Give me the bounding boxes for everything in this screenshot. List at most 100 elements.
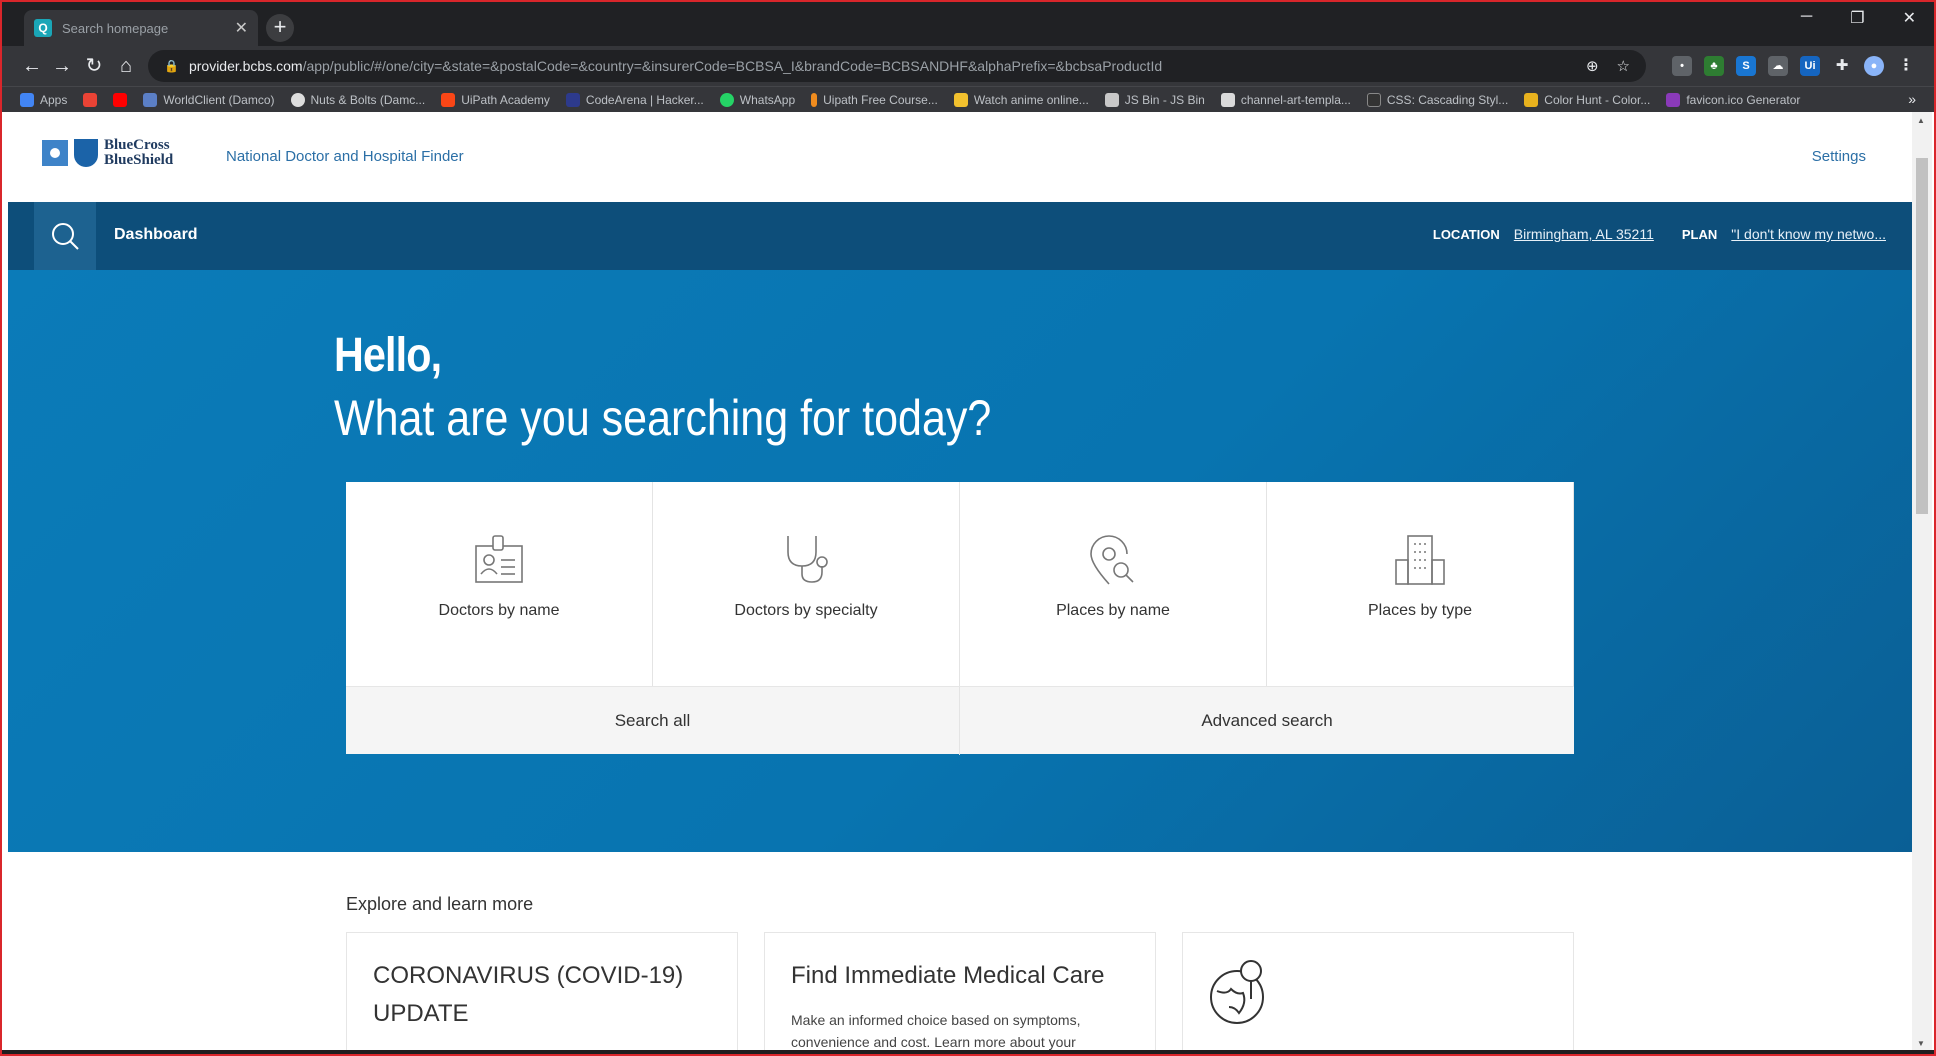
bookmark-item[interactable]: JS Bin - JS Bin bbox=[1104, 92, 1205, 107]
nuts-bolts-icon bbox=[290, 92, 305, 107]
anime-icon bbox=[953, 92, 968, 107]
home-icon[interactable]: ⌂ bbox=[112, 52, 140, 80]
scrollbar-thumb[interactable] bbox=[1916, 158, 1928, 514]
building-icon bbox=[1395, 535, 1445, 585]
search-button[interactable] bbox=[34, 202, 96, 270]
zoom-icon[interactable]: ⊕ bbox=[1586, 57, 1599, 75]
url-path: /app/public/#/one/city=&state=&postalCod… bbox=[302, 58, 1163, 74]
browser-toolbar: ← → ↻ ⌂ 🔒 provider.bcbs.com /app/public/… bbox=[2, 46, 1934, 86]
css-icon bbox=[1366, 92, 1381, 107]
extensions-puzzle-icon[interactable]: ✚ bbox=[1832, 56, 1852, 76]
tab-title: Search homepage bbox=[62, 20, 169, 36]
card-label: Doctors by specialty bbox=[734, 602, 878, 619]
advanced-search-button[interactable]: Advanced search bbox=[960, 687, 1574, 755]
stethoscope-icon bbox=[787, 536, 828, 583]
extension-tree-icon[interactable]: ♣ bbox=[1704, 56, 1724, 76]
search-actions: Search all Advanced search bbox=[346, 686, 1574, 755]
bookmark-item[interactable]: CodeArena | Hacker... bbox=[565, 92, 704, 107]
bookmarks-bar: Apps WorldClient (Damco) Nuts & Bolts (D… bbox=[2, 86, 1934, 112]
extension-s-icon[interactable]: S bbox=[1736, 56, 1756, 76]
extension-icon[interactable]: • bbox=[1672, 56, 1692, 76]
card-label: Places by name bbox=[1056, 602, 1170, 619]
covid-update-tile[interactable]: CORONAVIRUS (COVID-19) UPDATE bbox=[346, 932, 738, 1052]
browser-tabstrip: Q Search homepage ✕ + ─ ❐ ✕ bbox=[2, 2, 1934, 46]
tab-close-icon[interactable]: ✕ bbox=[235, 18, 248, 38]
url-host: provider.bcbs.com bbox=[188, 58, 303, 74]
extension-cloud-icon[interactable]: ☁ bbox=[1768, 56, 1788, 76]
bookmark-item[interactable]: WhatsApp bbox=[719, 92, 795, 107]
youtube-icon bbox=[113, 92, 128, 107]
lock-icon[interactable]: 🔒 bbox=[164, 59, 179, 73]
site-header: BlueCross BlueShield National Doctor and… bbox=[8, 112, 1912, 202]
logo-line-2: BlueShield bbox=[104, 152, 174, 168]
location-plan: LOCATION Birmingham, AL 35211 PLAN "I do… bbox=[1433, 226, 1886, 242]
address-bar[interactable]: 🔒 provider.bcbs.com /app/public/#/one/ci… bbox=[148, 50, 1646, 82]
scroll-up-icon[interactable]: ▲ bbox=[1917, 116, 1925, 125]
apps-grid-icon bbox=[20, 92, 34, 107]
browser-tab[interactable]: Q Search homepage ✕ bbox=[24, 10, 258, 46]
close-window-icon[interactable]: ✕ bbox=[1903, 8, 1916, 28]
bookmark-item[interactable]: WorldClient (Damco) bbox=[143, 92, 275, 107]
bcbs-logo[interactable]: BlueCross BlueShield bbox=[42, 138, 173, 168]
location-label: LOCATION bbox=[1432, 226, 1500, 242]
card-doctors-by-name[interactable]: Doctors by name bbox=[346, 482, 653, 686]
back-icon[interactable]: ← bbox=[18, 52, 46, 80]
site-tagline[interactable]: National Doctor and Hospital Finder bbox=[226, 148, 464, 165]
bookmark-item[interactable] bbox=[83, 92, 98, 107]
hero-section: Hello, What are you searching for today?… bbox=[8, 270, 1912, 852]
os-taskbar bbox=[0, 1050, 1936, 1056]
blue-cross-icon bbox=[42, 140, 68, 166]
scroll-down-icon[interactable]: ▼ bbox=[1917, 1039, 1925, 1048]
location-link[interactable]: Birmingham, AL 35211 bbox=[1514, 226, 1654, 242]
window-controls: ─ ❐ ✕ bbox=[1801, 8, 1916, 28]
jsbin-icon bbox=[1104, 92, 1119, 107]
search-all-button[interactable]: Search all bbox=[346, 687, 960, 755]
reload-icon[interactable]: ↻ bbox=[80, 52, 108, 80]
menu-kebab-icon[interactable]: ⋮ bbox=[1896, 56, 1916, 76]
bookmark-item[interactable]: Uipath Free Course... bbox=[811, 92, 938, 107]
card-doctors-by-specialty[interactable]: Doctors by specialty bbox=[653, 482, 960, 686]
bookmark-star-icon[interactable]: ☆ bbox=[1617, 57, 1630, 75]
tile-title: CORONAVIRUS (COVID-19) UPDATE bbox=[373, 962, 684, 1027]
bookmark-item[interactable]: Apps bbox=[20, 92, 67, 107]
profile-avatar[interactable]: ● bbox=[1864, 56, 1884, 76]
color-hunt-icon bbox=[1524, 92, 1539, 107]
card-places-by-name[interactable]: Places by name bbox=[960, 482, 1267, 686]
bookmark-item[interactable] bbox=[113, 92, 128, 107]
immediate-care-tile[interactable]: Find Immediate Medical Care Make an info… bbox=[764, 932, 1156, 1052]
tile-description: Make an informed choice based on symptom… bbox=[791, 1012, 1081, 1050]
bookmark-item[interactable]: channel-art-templa... bbox=[1220, 92, 1351, 107]
worldclient-icon bbox=[143, 92, 158, 107]
extension-uipath-icon[interactable]: Ui bbox=[1800, 56, 1820, 76]
uipath-course-icon bbox=[811, 92, 818, 107]
bookmark-item[interactable]: UiPath Academy bbox=[441, 92, 550, 107]
tile-title: Find Immediate Medical Care bbox=[791, 962, 1105, 989]
plan-link[interactable]: "I don't know my netwo... bbox=[1731, 226, 1886, 242]
id-card-icon bbox=[475, 535, 523, 583]
map-pin-search-icon bbox=[1090, 535, 1134, 585]
plan-label: PLAN bbox=[1681, 226, 1718, 242]
globe-pin-icon bbox=[1210, 960, 1264, 1024]
bookmark-item[interactable]: favicon.ico Generator bbox=[1666, 92, 1800, 107]
search-options-panel: Doctors by name Doctors by specialty Pla… bbox=[346, 482, 1574, 755]
page-viewport: BlueCross BlueShield National Doctor and… bbox=[8, 112, 1912, 1052]
bookmark-item[interactable]: Color Hunt - Color... bbox=[1524, 92, 1650, 107]
bookmark-item[interactable]: Nuts & Bolts (Damc... bbox=[290, 92, 425, 107]
restore-icon[interactable]: ❐ bbox=[1850, 8, 1864, 28]
logo-line-1: BlueCross bbox=[104, 137, 170, 153]
bookmark-item[interactable]: Watch anime online... bbox=[953, 92, 1089, 107]
search-icon bbox=[52, 223, 79, 250]
favicon-generator-icon bbox=[1666, 92, 1681, 107]
search-question: What are you searching for today? bbox=[334, 390, 992, 446]
dashboard-label[interactable]: Dashboard bbox=[114, 226, 198, 244]
forward-icon[interactable]: → bbox=[48, 52, 76, 80]
minimize-icon[interactable]: ─ bbox=[1801, 8, 1812, 28]
explore-tile-3[interactable] bbox=[1182, 932, 1574, 1052]
page-scrollbar[interactable]: ▲ ▼ bbox=[1912, 112, 1932, 1052]
new-tab-button[interactable]: + bbox=[266, 14, 294, 42]
settings-link[interactable]: Settings bbox=[1812, 148, 1866, 165]
bookmark-item[interactable]: CSS: Cascading Styl... bbox=[1366, 92, 1508, 107]
card-places-by-type[interactable]: Places by type bbox=[1267, 482, 1574, 686]
bookmarks-overflow-icon[interactable]: » bbox=[1908, 91, 1916, 107]
uipath-academy-icon bbox=[441, 92, 456, 107]
